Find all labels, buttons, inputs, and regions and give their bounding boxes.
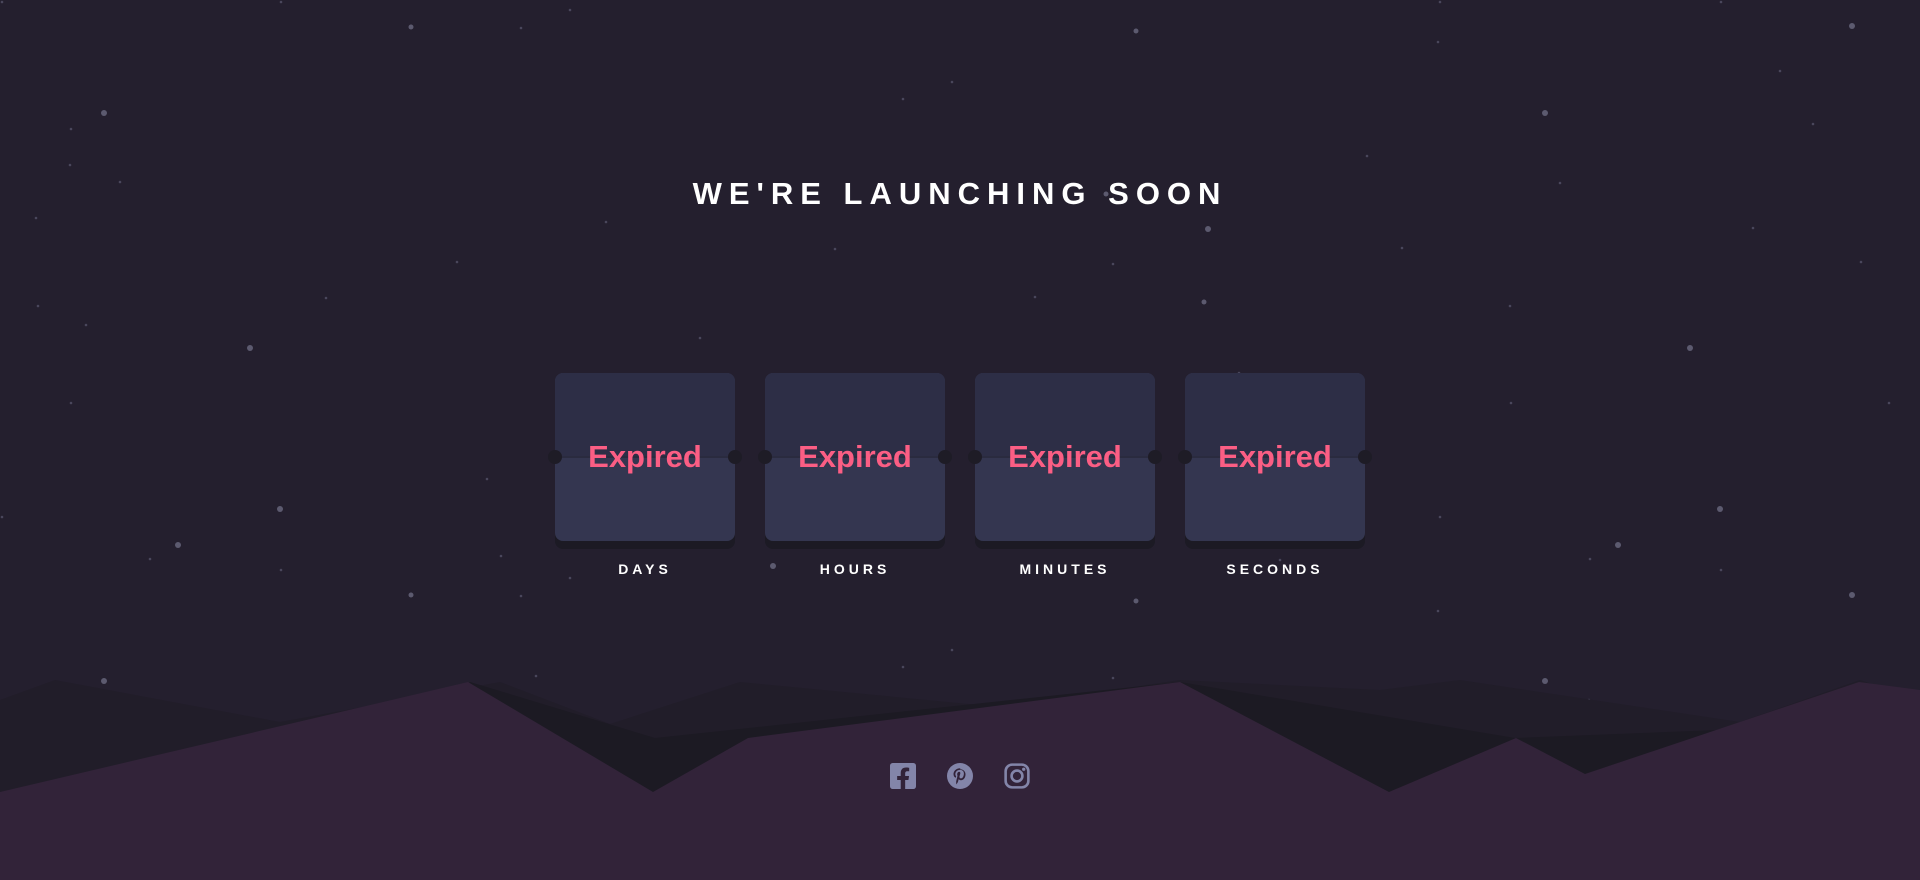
countdown-hours: Expired HOURS <box>758 373 952 577</box>
flip-card: Expired <box>1178 373 1372 541</box>
countdown-label: MINUTES <box>1019 561 1111 577</box>
pinterest-icon <box>947 763 973 789</box>
countdown-label: HOURS <box>819 561 891 577</box>
page-title: WE'RE LAUNCHING SOON <box>692 176 1228 211</box>
facebook-link[interactable] <box>890 763 916 789</box>
countdown-seconds: Expired SECONDS <box>1178 373 1372 577</box>
social-links <box>0 763 1920 789</box>
countdown-label: SECONDS <box>1226 561 1324 577</box>
launch-page: WE'RE LAUNCHING SOON Expired DAYS Expire… <box>0 0 1920 880</box>
instagram-link[interactable] <box>1004 763 1030 789</box>
countdown-minutes: Expired MINUTES <box>968 373 1162 577</box>
countdown-value: Expired <box>798 439 912 474</box>
countdown-timer: Expired DAYS Expired HOURS Expired MINUT… <box>548 373 1372 577</box>
countdown-label: DAYS <box>618 561 672 577</box>
countdown-value: Expired <box>1008 439 1122 474</box>
pinterest-link[interactable] <box>947 763 973 789</box>
flip-card: Expired <box>548 373 742 541</box>
countdown-value: Expired <box>588 439 702 474</box>
flip-card: Expired <box>758 373 952 541</box>
flip-card: Expired <box>968 373 1162 541</box>
countdown-value: Expired <box>1218 439 1332 474</box>
facebook-icon <box>890 763 916 789</box>
countdown-days: Expired DAYS <box>548 373 742 577</box>
instagram-icon <box>1004 763 1030 789</box>
